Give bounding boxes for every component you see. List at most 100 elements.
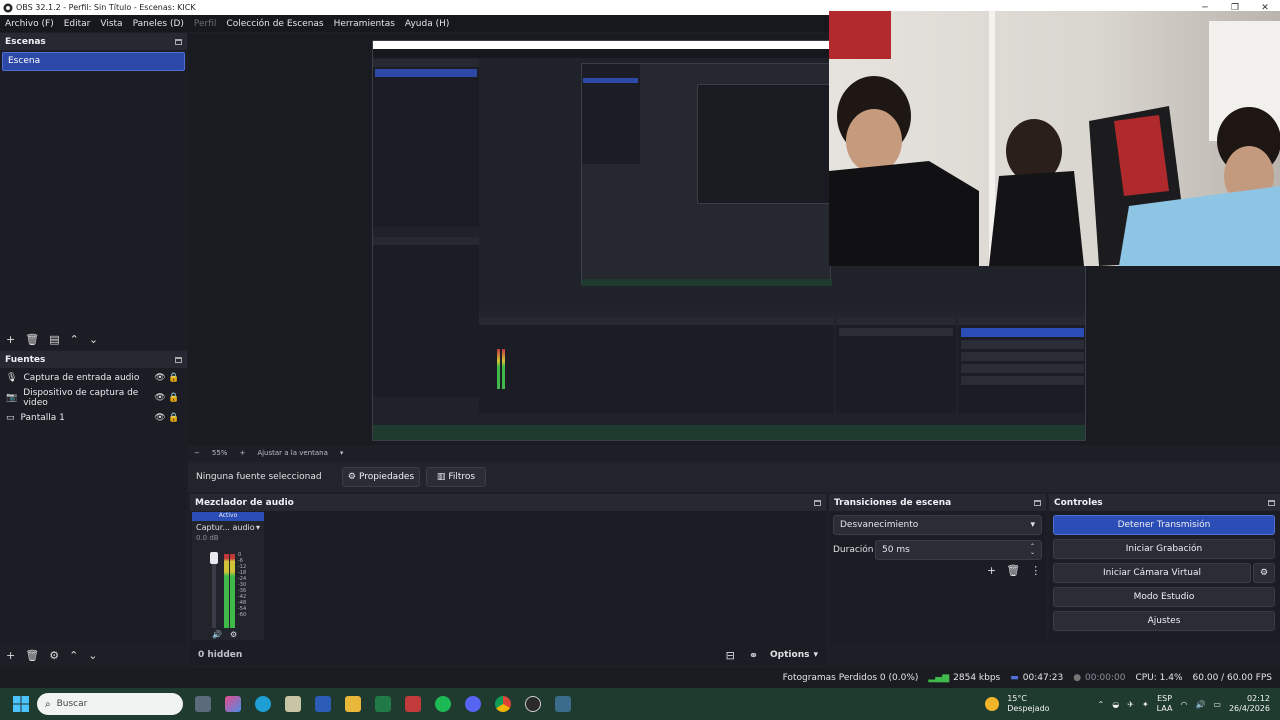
chevron-up-icon[interactable]: ⌃: [1098, 700, 1105, 709]
transitions-dock: Transiciones de escena Desvanecimiento ▾…: [829, 494, 1046, 644]
add-source-icon[interactable]: +: [6, 649, 15, 662]
add-scene-icon[interactable]: +: [6, 333, 15, 346]
fit-window-label[interactable]: Ajustar a la ventana: [257, 449, 328, 457]
source-context-bar: Ninguna fuente seleccionad ⚙ Propiedades…: [188, 462, 1280, 492]
transition-select[interactable]: Desvanecimiento ▾: [833, 515, 1042, 535]
layout-icon[interactable]: ⊟: [726, 649, 735, 662]
undock-icon[interactable]: [1268, 499, 1275, 506]
window-title: OBS 32.1.2 - Perfil: Sin Título - Escena…: [16, 3, 196, 12]
duration-input[interactable]: 50 ms ⌃ ⌄: [875, 540, 1042, 560]
move-up-icon[interactable]: ⌃: [69, 649, 78, 662]
spinner-icon[interactable]: ⌃ ⌄: [1030, 544, 1035, 556]
spotify-icon[interactable]: [435, 696, 451, 712]
filter-icon: ▥: [436, 472, 446, 482]
filters-button[interactable]: ▥ Filtros: [426, 467, 486, 487]
clock[interactable]: 02:12 26/4/2026: [1229, 694, 1270, 714]
remove-source-icon[interactable]: 🗑: [25, 649, 39, 662]
discord-icon[interactable]: [465, 696, 481, 712]
volume-slider-track[interactable]: [212, 554, 216, 628]
obs-icon[interactable]: [525, 696, 541, 712]
undock-icon[interactable]: [175, 38, 182, 45]
scene-item[interactable]: Escena: [2, 52, 185, 71]
channel-buttons: 🔊 ⚙: [212, 630, 237, 639]
menu-herramientas[interactable]: Herramientas: [329, 19, 400, 29]
news-icon[interactable]: [405, 696, 421, 712]
source-item[interactable]: 📷 Dispositivo de captura de video 👁 🔒: [0, 388, 187, 408]
properties-button[interactable]: ⚙ Propiedades: [342, 467, 420, 487]
source-properties-icon[interactable]: ⚙: [49, 649, 59, 662]
link-icon[interactable]: ⚭: [749, 649, 758, 662]
move-down-icon[interactable]: ⌄: [89, 333, 98, 346]
channel-name-row[interactable]: Captur... audio ▾: [192, 521, 264, 534]
battery-icon[interactable]: ▭: [1213, 700, 1221, 709]
undock-icon[interactable]: [175, 356, 182, 363]
source-item[interactable]: ▭ Pantalla 1 👁 🔒: [0, 408, 187, 428]
remove-transition-icon[interactable]: 🗑: [1006, 564, 1020, 577]
taskbar-search[interactable]: ⌕ Buscar: [37, 693, 183, 715]
transitions-title: Transiciones de escena: [834, 497, 952, 508]
windows-start-icon[interactable]: [13, 696, 29, 712]
cpu-usage: CPU: 1.4%: [1135, 673, 1183, 683]
eye-icon[interactable]: 👁: [153, 393, 167, 403]
tray-app-icon[interactable]: ◒: [1112, 700, 1119, 709]
word-icon[interactable]: [315, 696, 331, 712]
nested-controls: [958, 317, 1085, 413]
chrome-icon[interactable]: [495, 696, 511, 712]
mixer-toolbar: 0 hidden ⊟ ⚭ Options ▾: [190, 645, 826, 665]
volume-icon[interactable]: 🔊: [1195, 700, 1205, 709]
gear-icon[interactable]: ⚙: [230, 630, 237, 639]
zoom-in-icon[interactable]: +: [239, 449, 245, 457]
edge-icon[interactable]: [255, 696, 271, 712]
task-view-icon[interactable]: [195, 696, 211, 712]
chevron-down-icon[interactable]: ▾: [813, 650, 818, 660]
menu-perfil[interactable]: Perfil: [189, 19, 222, 29]
excel-icon[interactable]: [375, 696, 391, 712]
move-down-icon[interactable]: ⌄: [88, 649, 97, 662]
start-recording-button[interactable]: Iniciar Grabación: [1053, 539, 1275, 559]
menu-paneles[interactable]: Paneles (D): [128, 19, 189, 29]
options-button[interactable]: Options: [770, 650, 809, 660]
duration-value: 50 ms: [882, 545, 910, 555]
stop-stream-button[interactable]: Detener Transmisión: [1053, 515, 1275, 535]
eye-icon[interactable]: 👁: [153, 413, 167, 423]
undock-icon[interactable]: [1034, 499, 1041, 506]
tray-app-icon[interactable]: ✦: [1142, 700, 1149, 709]
lock-icon[interactable]: 🔒: [167, 393, 181, 403]
menu-coleccion-escenas[interactable]: Colección de Escenas: [221, 19, 328, 29]
app-window-icon[interactable]: [555, 696, 571, 712]
language-indicator[interactable]: ESP LAA: [1157, 694, 1173, 714]
menu-editar[interactable]: Editar: [59, 19, 96, 29]
duration-label: Duración: [833, 545, 874, 555]
nested-taskbar: [373, 425, 1085, 440]
scene-filters-icon[interactable]: ▤: [49, 333, 59, 346]
tray-app-icon[interactable]: ✈: [1127, 700, 1134, 709]
store-icon[interactable]: [285, 696, 301, 712]
studio-mode-button[interactable]: Modo Estudio: [1053, 587, 1275, 607]
add-transition-icon[interactable]: +: [987, 564, 996, 577]
transitions-toolbar: + 🗑 ⋮: [987, 564, 1041, 577]
speaker-icon[interactable]: 🔊: [212, 630, 222, 639]
lock-icon[interactable]: 🔒: [167, 373, 181, 383]
settings-button[interactable]: Ajustes: [1053, 611, 1275, 631]
menu-ayuda[interactable]: Ayuda (H): [400, 19, 454, 29]
source-item[interactable]: 🎙 Captura de entrada audio 👁 🔒: [0, 368, 187, 388]
virtual-camera-button[interactable]: Iniciar Cámara Virtual: [1053, 563, 1251, 583]
move-up-icon[interactable]: ⌃: [70, 333, 79, 346]
more-options-icon[interactable]: ⋮: [1030, 564, 1041, 577]
zoom-out-icon[interactable]: −: [194, 449, 200, 457]
virtual-camera-settings-button[interactable]: ⚙: [1253, 563, 1275, 583]
undock-icon[interactable]: [814, 499, 821, 506]
chevron-down-icon[interactable]: ▾: [340, 449, 344, 457]
eye-icon[interactable]: 👁: [153, 373, 167, 383]
menu-archivo[interactable]: Archivo (F): [0, 19, 59, 29]
file-explorer-icon[interactable]: [345, 696, 361, 712]
wifi-icon[interactable]: ◠: [1180, 700, 1187, 709]
lock-icon[interactable]: 🔒: [167, 413, 181, 423]
sources-dock-header: Fuentes: [0, 351, 187, 368]
menu-vista[interactable]: Vista: [95, 19, 127, 29]
weather-widget[interactable]: 15°C Despejado: [1007, 694, 1049, 714]
copilot-icon[interactable]: [225, 696, 241, 712]
remove-scene-icon[interactable]: 🗑: [25, 333, 39, 346]
chevron-down-icon[interactable]: ▾: [256, 523, 260, 532]
volume-slider-handle[interactable]: [210, 552, 218, 564]
